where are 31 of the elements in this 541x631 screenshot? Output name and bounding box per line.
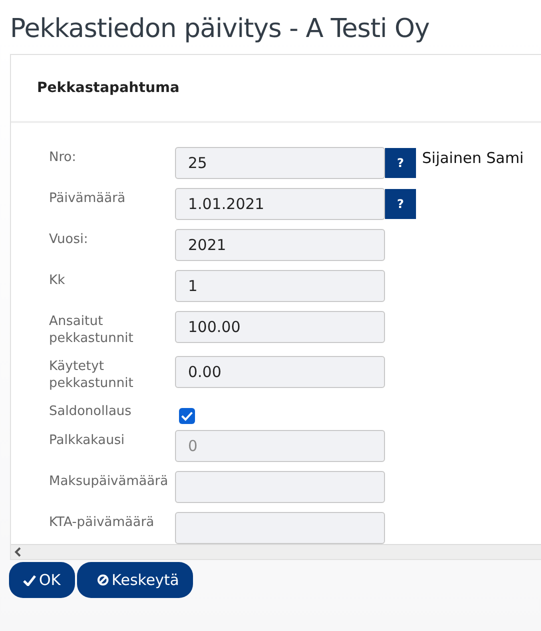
scroll-left-icon[interactable] [14,546,21,557]
card-title: Pekkastapahtuma [37,80,180,96]
field-label: Vuosi: [49,230,89,248]
field-label: Kk [49,272,66,289]
page-title: Pekkastiedon päivitys - A Testi Oy [9,13,430,46]
input-field[interactable]: 1 [175,270,385,302]
prohibited-icon [96,574,109,586]
input-field[interactable]: 25 [175,146,385,179]
employee-name: Sijainen Sami [422,148,524,167]
checkbox[interactable] [179,408,195,424]
input-field[interactable] [175,512,385,544]
check-icon [23,574,36,586]
horizontal-scrollbar[interactable] [11,544,541,559]
field-label: KTA-päivämäärä [49,514,156,531]
input-field[interactable]: 2021 [175,228,385,261]
help-button[interactable]: ? [385,148,416,178]
input-field[interactable] [175,470,385,503]
field-label: Päivämäärä [49,190,126,207]
field-label: Käytetyt pekkastunnit [49,358,134,392]
cancel-button[interactable]: Keskeytä [76,562,194,598]
input-field[interactable]: 0.00 [175,356,385,388]
input-field[interactable]: 1.01.2021 [175,188,385,220]
help-button[interactable]: ? [385,188,416,219]
input-field[interactable]: 100.00 [175,310,385,343]
ok-button[interactable]: OK [9,562,75,598]
field-label: Ansaitut pekkastunnit [49,312,134,347]
field-label: Maksupäivämäärä [49,472,170,490]
field-label: Saldonollaus [49,402,132,420]
input-field[interactable]: 0 [175,430,385,462]
field-label: Nro: [49,148,78,166]
field-label: Palkkakausi [49,432,126,449]
